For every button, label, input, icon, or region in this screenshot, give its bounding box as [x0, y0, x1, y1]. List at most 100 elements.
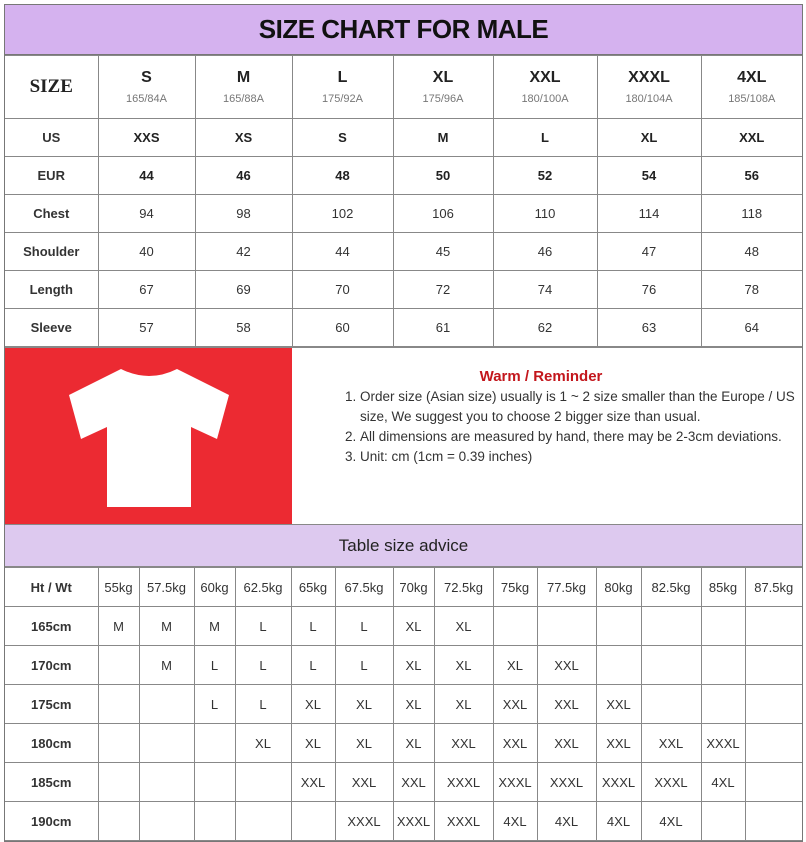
table-cell — [97, 723, 140, 763]
table-cell — [97, 684, 140, 724]
height-label: 165cm — [5, 606, 99, 646]
size-code: 175/96A — [422, 93, 464, 105]
table-cell: XXL — [595, 684, 642, 724]
table-cell: 4XL — [492, 801, 538, 841]
table-cell: 70 — [291, 270, 394, 309]
table-cell — [640, 645, 702, 685]
table-cell — [193, 762, 236, 802]
table-cell: XXL — [334, 762, 394, 802]
tshirt-image — [5, 348, 292, 524]
table-cell: XXXL — [392, 801, 435, 841]
table-cell: 46 — [194, 156, 293, 195]
table-cell: 106 — [392, 194, 494, 233]
table-cell: XL — [492, 645, 538, 685]
table-cell — [744, 606, 802, 646]
size-code: 165/88A — [223, 93, 264, 105]
table-cell: 50 — [392, 156, 494, 195]
table-row: 175cm L L XL XL XL XL XXL XXL XXL — [5, 684, 802, 724]
size-header-cell: S 165/84A — [97, 55, 196, 119]
size-table: SIZE S 165/84A M 165/88A L 175/92A XL 175/96A XXL… — [5, 55, 802, 347]
reminder-title: Warm / Reminder — [479, 368, 603, 385]
size-name: XXXL — [628, 69, 670, 86]
table-row: US XXS XS S M L XL XXL — [5, 118, 802, 157]
table-cell — [536, 606, 597, 646]
table-cell: XXL — [536, 723, 597, 763]
table-cell: XXL — [492, 723, 538, 763]
table-cell: 67 — [97, 270, 196, 309]
table-cell: XL — [392, 684, 435, 724]
size-header-row: SIZE S 165/84A M 165/88A L 175/92A XL 175/96A XXL… — [5, 55, 802, 119]
table-cell — [744, 801, 802, 841]
table-cell: L — [334, 645, 394, 685]
row-label: Length — [5, 270, 99, 309]
table-row: Chest 94 98 102 106 110 114 118 — [5, 194, 802, 233]
reminder: Warm / Reminder Order size (Asian size) … — [292, 348, 802, 524]
table-cell — [138, 723, 195, 763]
table-cell: XL — [334, 723, 394, 763]
table-cell: L — [234, 684, 292, 724]
table-cell: M — [392, 118, 494, 157]
table-cell: XXXL — [700, 723, 746, 763]
table-cell: XXXL — [536, 762, 597, 802]
size-chart: SIZE CHART FOR MALE SIZE S 165/84A M 165/88A… — [4, 4, 803, 842]
weight-header: 75kg — [492, 567, 538, 607]
weight-header: 62.5kg — [234, 567, 292, 607]
table-row: 180cm XL XL XL XL XXL XXL XXL XXL XXL XXXL — [5, 723, 802, 763]
table-cell: 48 — [700, 232, 802, 271]
table-cell: XXL — [290, 762, 336, 802]
table-cell: 118 — [700, 194, 802, 233]
table-cell — [290, 801, 336, 841]
table-cell: XXL — [595, 723, 642, 763]
table-cell: 45 — [392, 232, 494, 271]
table-cell — [700, 645, 746, 685]
height-label: 175cm — [5, 684, 99, 724]
table-cell: 4XL — [640, 801, 702, 841]
table-cell — [138, 762, 195, 802]
weight-header: 65kg — [290, 567, 336, 607]
size-advice-table: Ht / Wt 55kg 57.5kg 60kg 62.5kg 65kg 67.5kg 70k… — [5, 567, 802, 841]
table-cell: XL — [392, 606, 435, 646]
size-code: 180/104A — [625, 93, 673, 105]
table-cell: L — [234, 645, 292, 685]
table-cell: 4XL — [700, 762, 746, 802]
table-row: 165cm M M M L L L XL XL — [5, 606, 802, 646]
table-cell: 46 — [492, 232, 598, 271]
table-cell: XXXL — [334, 801, 394, 841]
table-cell: 74 — [492, 270, 598, 309]
table-cell: XXL — [640, 723, 702, 763]
table-cell: 58 — [194, 308, 293, 347]
table-cell: 48 — [291, 156, 394, 195]
table-cell: 69 — [194, 270, 293, 309]
table-cell: L — [492, 118, 598, 157]
reminder-item: Unit: cm (1cm = 0.39 inches) — [360, 447, 796, 467]
table-cell: XXL — [433, 723, 494, 763]
weight-header: 70kg — [392, 567, 435, 607]
table-cell: XXXL — [433, 801, 494, 841]
weight-header: 60kg — [193, 567, 236, 607]
row-label: US — [5, 118, 99, 157]
size-name: M — [236, 69, 251, 86]
table-cell: 110 — [492, 194, 598, 233]
size-header-cell: L 175/92A — [291, 55, 394, 119]
table-cell — [744, 762, 802, 802]
size-name: XXL — [529, 69, 561, 86]
table-cell: 64 — [700, 308, 802, 347]
table-cell: 4XL — [595, 801, 642, 841]
table-cell: XXXL — [595, 762, 642, 802]
tshirt-icon — [68, 369, 229, 507]
size-header-cell: XXXL 180/104A — [596, 55, 702, 119]
table-cell: 4XL — [536, 801, 597, 841]
table-cell: L — [290, 606, 336, 646]
table-cell: S — [291, 118, 394, 157]
table-cell: 72 — [392, 270, 494, 309]
size-name: S — [141, 69, 152, 86]
table-cell — [97, 762, 140, 802]
table-cell — [138, 801, 195, 841]
table-cell: 52 — [492, 156, 598, 195]
size-header-cell: 4XL 185/108A — [700, 55, 802, 119]
table-cell: L — [193, 684, 236, 724]
table-cell: 76 — [596, 270, 702, 309]
table-cell — [744, 645, 802, 685]
table-cell: XL — [433, 645, 494, 685]
weight-header: 77.5kg — [536, 567, 597, 607]
